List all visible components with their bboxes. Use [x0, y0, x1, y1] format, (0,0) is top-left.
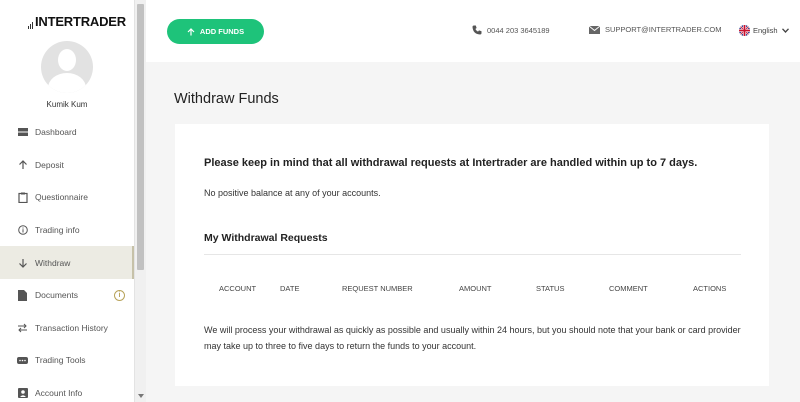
column-header-date: DATE	[280, 284, 300, 293]
transfer-icon	[17, 322, 28, 333]
sidebar-menu: Dashboard Deposit Questionnaire Trading …	[0, 116, 134, 402]
arrow-up-icon	[187, 27, 195, 36]
dashboard-icon	[17, 127, 28, 138]
support-phone[interactable]: 0044 203 3645189	[472, 25, 550, 35]
sidebar-item-trading-info[interactable]: Trading info	[0, 214, 134, 247]
scrollbar-thumb[interactable]	[137, 4, 144, 270]
clipboard-icon	[17, 192, 28, 203]
uk-flag-icon	[739, 25, 750, 36]
arrow-up-icon	[17, 159, 28, 170]
support-email[interactable]: SUPPORT@INTERTRADER.COM	[589, 25, 722, 34]
language-selector[interactable]: English	[739, 25, 789, 36]
add-funds-label: ADD FUNDS	[199, 27, 245, 36]
email-address: SUPPORT@INTERTRADER.COM	[605, 25, 722, 34]
info-icon	[17, 225, 28, 236]
withdraw-card: Please keep in mind that all withdrawal …	[175, 124, 769, 386]
sidebar-scrollbar[interactable]	[134, 0, 146, 402]
sidebar-item-label: Trading Tools	[35, 355, 86, 366]
column-header-status: STATUS	[536, 284, 565, 293]
document-icon	[17, 289, 28, 301]
user-name: Kumik Kum	[46, 100, 88, 109]
column-header-actions: ACTIONS	[693, 284, 727, 293]
divider	[204, 254, 741, 255]
sidebar-item-label: Account Info	[35, 388, 83, 399]
brand-logo[interactable]: INTERTRADER	[28, 14, 126, 29]
column-header-request-number: REQUEST NUMBER	[342, 284, 413, 293]
language-label: English	[753, 26, 778, 35]
sidebar-item-trading-tools[interactable]: Trading Tools	[0, 344, 134, 377]
column-header-comment: COMMENT	[609, 284, 648, 293]
sidebar-item-label: Trading info	[35, 225, 80, 236]
processing-info-text: We will process your withdrawal as quick…	[204, 325, 741, 351]
brand-name: INTERTRADER	[35, 14, 126, 29]
column-header-account: ACCOUNT	[219, 284, 257, 293]
sidebar-item-label: Questionnaire	[35, 192, 88, 203]
arrow-down-icon	[17, 257, 28, 268]
sidebar-item-documents[interactable]: Documents i	[0, 279, 134, 312]
top-bar: ADD FUNDS 0044 203 3645189 SUPPORT@INTER…	[146, 0, 800, 62]
page-title: Withdraw Funds	[174, 91, 279, 107]
add-funds-button[interactable]: ADD FUNDS	[167, 19, 264, 44]
tools-icon	[17, 355, 28, 366]
sidebar-item-label: Deposit	[35, 159, 64, 170]
sidebar-item-label: Withdraw	[35, 257, 71, 268]
chevron-down-icon	[781, 28, 789, 33]
withdrawal-requests-title: My Withdrawal Requests	[204, 232, 328, 244]
documents-alert-badge: i	[114, 289, 125, 301]
account-icon	[17, 388, 28, 399]
balance-message: No positive balance at any of your accou…	[204, 188, 381, 198]
logo-bars-icon	[28, 19, 33, 29]
sidebar-item-label: Transaction History	[35, 322, 108, 333]
sidebar: INTERTRADER Kumik Kum Dashboard Deposit …	[0, 0, 134, 402]
phone-icon	[472, 25, 482, 35]
sidebar-item-label: Documents	[35, 290, 78, 301]
sidebar-item-dashboard[interactable]: Dashboard	[0, 116, 134, 149]
column-header-amount: AMOUNT	[459, 284, 492, 293]
mail-icon	[589, 25, 600, 34]
phone-number: 0044 203 3645189	[487, 25, 550, 35]
sidebar-item-label: Dashboard	[35, 127, 77, 138]
sidebar-item-withdraw[interactable]: Withdraw	[0, 246, 134, 279]
sidebar-item-deposit[interactable]: Deposit	[0, 149, 134, 182]
sidebar-item-account-info[interactable]: Account Info	[0, 377, 134, 402]
sidebar-item-questionnaire[interactable]: Questionnaire	[0, 181, 134, 214]
sidebar-item-transaction-history[interactable]: Transaction History	[0, 312, 134, 345]
withdrawal-notice: Please keep in mind that all withdrawal …	[204, 157, 698, 169]
avatar[interactable]	[41, 41, 93, 93]
scroll-down-arrow-icon[interactable]	[138, 394, 144, 398]
